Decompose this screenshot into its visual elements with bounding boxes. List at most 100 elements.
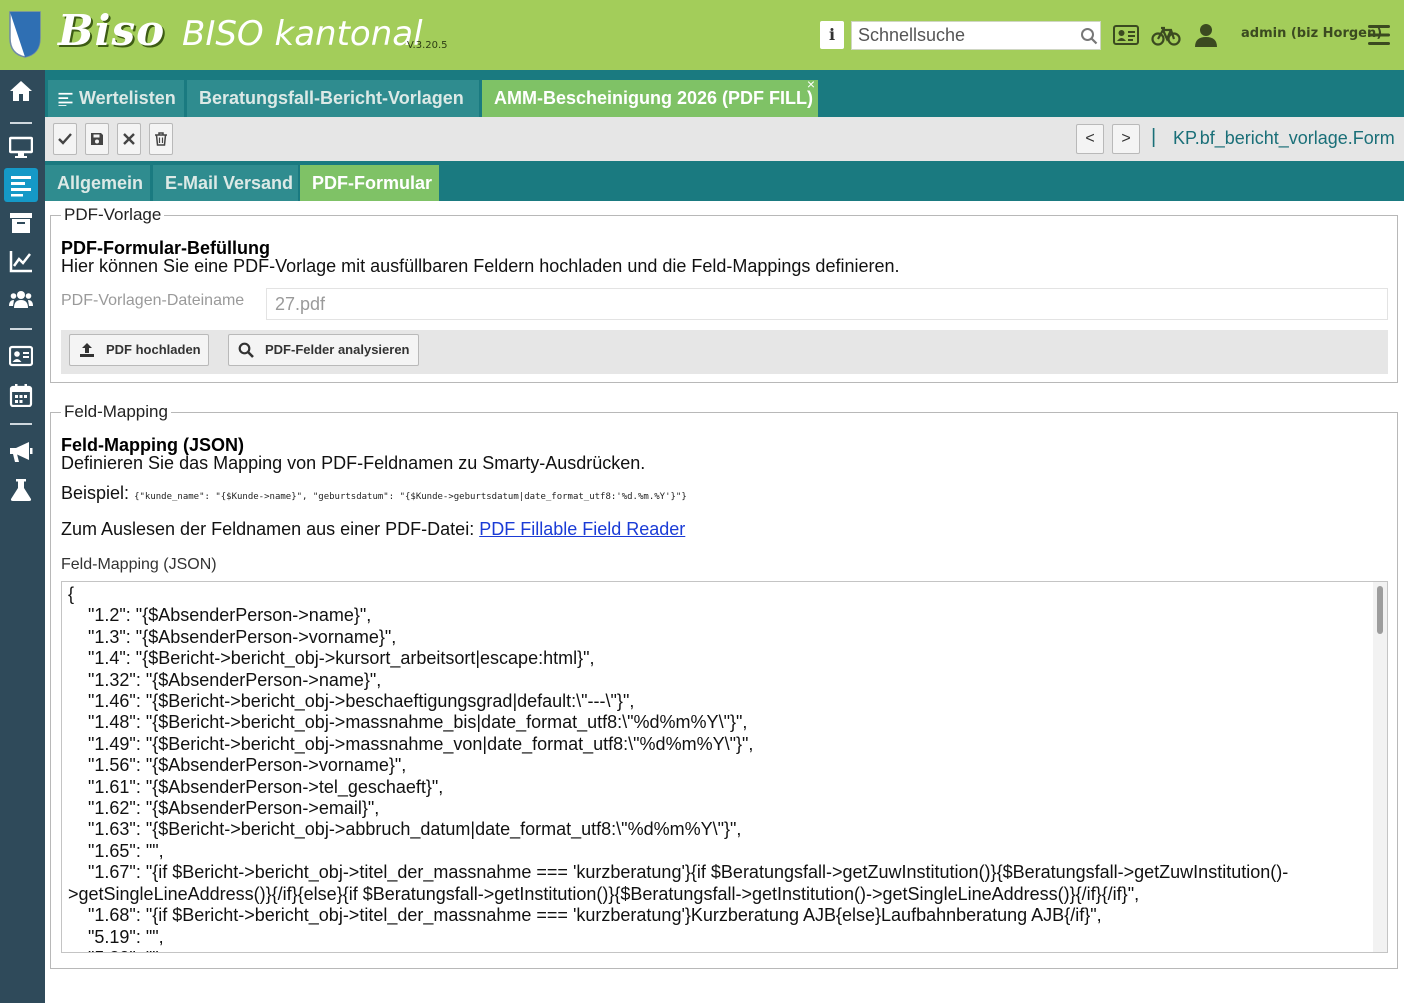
json-line: "1.49": "{$Bericht->bericht_obj->massnah…: [68, 733, 754, 754]
textarea-scrollbar[interactable]: [1373, 582, 1387, 952]
json-line: "1.56": "{$AbsenderPerson->vorname}",: [68, 755, 407, 776]
user-label[interactable]: admin (biz Horgen): [1241, 26, 1382, 41]
hamburger-menu-icon[interactable]: [1367, 22, 1391, 48]
reader-text: Zum Auslesen der Feldnamen aus einer PDF…: [61, 519, 475, 539]
users-icon: [9, 291, 33, 308]
fieldset-legend: PDF-Vorlage: [61, 205, 165, 225]
cancel-button[interactable]: [117, 123, 141, 155]
id-card-icon: [9, 345, 33, 367]
check-icon: [58, 133, 72, 145]
json-line: "1.68": "{if $Bericht->bericht_obj->tite…: [68, 905, 1102, 926]
section-description: Hier können Sie eine PDF-Vorlage mit aus…: [61, 256, 900, 276]
json-line: "1.46": "{$Bericht->bericht_obj->beschae…: [68, 691, 635, 712]
id-card-icon[interactable]: [1111, 20, 1141, 50]
upload-pdf-button[interactable]: PDF hochladen: [69, 334, 209, 366]
analyze-fields-button[interactable]: PDF-Felder analysieren: [228, 334, 419, 366]
form-toolbar: < > | KP.bf_bericht_vorlage.Form: [45, 117, 1404, 161]
app-title: BISO kantonal: [182, 14, 423, 54]
bicycle-icon[interactable]: [1151, 20, 1181, 50]
top-bar: Biso BISO kantonal V.3.20.5 i admin (biz…: [0, 0, 1404, 70]
sidebar-divider: [10, 423, 32, 425]
save-button[interactable]: [85, 123, 109, 155]
archive-icon: [10, 213, 32, 233]
json-field-label: Feld-Mapping (JSON): [61, 556, 217, 573]
form-subtabs: Allgemein E-Mail Versand PDF-Formular: [45, 161, 1404, 201]
json-line: "1.63": "{$Bericht->bericht_obj->abbruch…: [68, 819, 742, 840]
left-sidebar: [0, 70, 45, 1003]
prev-record-button[interactable]: <: [1076, 124, 1104, 154]
subtab-pdf-formular[interactable]: PDF-Formular: [300, 165, 439, 201]
filename-label: PDF-Vorlagen-Dateiname: [61, 292, 245, 309]
user-icon[interactable]: [1191, 20, 1221, 50]
section-description: Definieren Sie das Mapping von PDF-Feldn…: [61, 453, 646, 473]
sidebar-divider: [10, 328, 32, 330]
sidebar-statistics[interactable]: [4, 244, 38, 278]
close-icon: [123, 133, 135, 145]
sidebar-announcements[interactable]: [4, 435, 38, 469]
sidebar-archive[interactable]: [4, 206, 38, 240]
json-line: >getSingleLineAddress()}{/if}{else}{if $…: [68, 883, 1140, 904]
sidebar-users[interactable]: [4, 282, 38, 316]
json-line: "5.20": "",: [68, 948, 1368, 952]
confirm-button[interactable]: [53, 123, 77, 155]
button-label: PDF hochladen: [106, 342, 201, 357]
list-icon: [58, 92, 73, 106]
search-icon[interactable]: [1080, 27, 1098, 45]
tab-label: AMM-Bescheinigung 2026 (PDF FILL): [494, 88, 814, 108]
tab-label: Wertelisten: [79, 88, 176, 108]
search-input[interactable]: [852, 22, 1074, 49]
json-line: "1.3": "{$AbsenderPerson->vorname}",: [68, 626, 397, 647]
tab-wertelisten[interactable]: Wertelisten: [48, 80, 184, 117]
button-label: PDF-Felder analysieren: [265, 342, 410, 357]
sidebar-contacts[interactable]: [4, 339, 38, 373]
json-line: "1.32": "{$AbsenderPerson->name}",: [68, 669, 382, 690]
list-icon: [11, 176, 31, 197]
json-line: "1.62": "{$AbsenderPerson->email}",: [68, 798, 380, 819]
save-icon: [91, 133, 103, 145]
sidebar-calendar[interactable]: [4, 378, 38, 412]
sidebar-monitor[interactable]: [4, 130, 38, 164]
next-record-button[interactable]: >: [1112, 124, 1140, 154]
pdf-action-bar: PDF hochladen PDF-Felder analysieren: [61, 330, 1388, 374]
json-line: {: [68, 584, 75, 604]
json-line: "5.19": "",: [68, 926, 164, 947]
example-label: Beispiel:: [61, 483, 130, 503]
json-line: "1.4": "{$Bericht->bericht_obj->kursort_…: [68, 648, 595, 669]
upload-icon: [80, 343, 94, 357]
tab-label: Beratungsfall-Bericht-Vorlagen: [199, 88, 464, 108]
toolbar-separator: |: [1151, 126, 1157, 148]
json-line: "1.67": "{if $Bericht->bericht_obj->tite…: [68, 862, 1289, 883]
sidebar-home[interactable]: [4, 74, 38, 108]
info-button[interactable]: i: [820, 21, 844, 49]
calendar-icon: [9, 384, 33, 407]
sidebar-lists[interactable]: [4, 168, 38, 202]
monitor-icon: [9, 136, 33, 158]
filename-field[interactable]: 27.pdf: [266, 288, 1388, 320]
biso-logo[interactable]: Biso: [58, 6, 165, 55]
tab-beratungsfall-bericht-vorlagen[interactable]: Beratungsfall-Bericht-Vorlagen ×: [187, 76, 493, 117]
app-version: V.3.20.5: [407, 40, 448, 51]
json-line: "1.2": "{$AbsenderPerson->name}",: [68, 605, 372, 626]
reader-line: Zum Auslesen der Feldnamen aus einer PDF…: [61, 519, 685, 540]
search-icon: [238, 342, 254, 358]
subtab-allgemein[interactable]: Allgemein: [45, 165, 150, 201]
chart-icon: [9, 251, 32, 273]
sidebar-lab[interactable]: [4, 473, 38, 507]
delete-button[interactable]: [149, 123, 173, 155]
tab-amm-bescheinigung[interactable]: AMM-Bescheinigung 2026 (PDF FILL) ×: [482, 76, 818, 117]
json-mapping-textarea[interactable]: { "1.2": "{$AbsenderPerson->name}", "1.3…: [61, 581, 1388, 953]
tab-strip: Wertelisten Beratungsfall-Bericht-Vorlag…: [45, 70, 1404, 117]
sidebar-divider: [10, 122, 32, 124]
close-tab-icon[interactable]: ×: [807, 66, 815, 103]
json-line: "1.61": "{$AbsenderPerson->tel_geschaeft…: [68, 776, 444, 797]
pdf-field-reader-link[interactable]: PDF Fillable Field Reader: [479, 519, 685, 539]
example-code: {"kunde_name": "{$Kunde->name}", "geburt…: [134, 492, 687, 502]
flask-icon: [10, 479, 32, 501]
json-line: "1.65": "",: [68, 840, 164, 861]
json-line: "1.48": "{$Bericht->bericht_obj->massnah…: [68, 712, 748, 733]
scrollbar-thumb[interactable]: [1377, 586, 1383, 634]
json-content: { "1.2": "{$AbsenderPerson->name}", "1.3…: [68, 584, 1368, 952]
form-name: KP.bf_bericht_vorlage.Form: [1173, 128, 1395, 148]
feld-mapping-fieldset: Feld-Mapping Feld-Mapping (JSON) Definie…: [50, 402, 1398, 969]
subtab-email-versand[interactable]: E-Mail Versand: [153, 165, 298, 201]
